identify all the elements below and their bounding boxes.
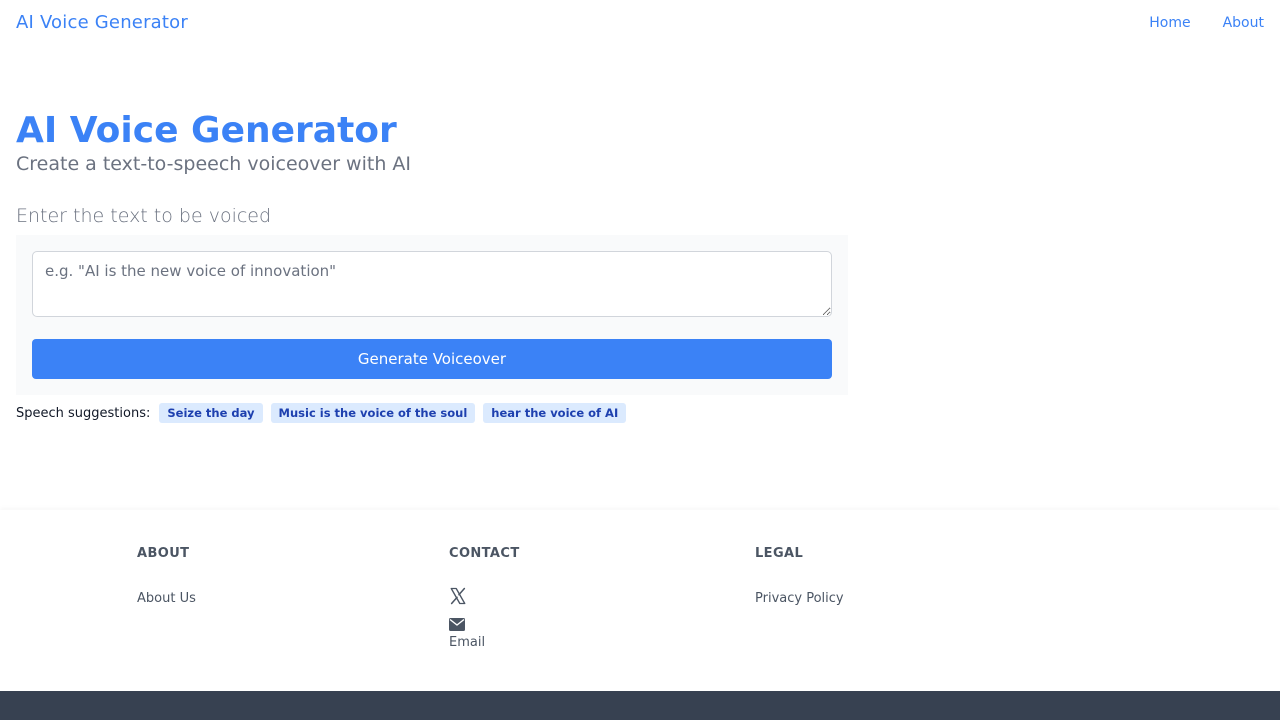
speech-suggestions: Speech suggestions: Seize the day Music …: [16, 402, 627, 424]
suggestions-label: Speech suggestions:: [16, 405, 151, 421]
page-title: AI Voice Generator: [16, 110, 397, 151]
footer-legal-column: LEGAL Privacy Policy: [755, 546, 844, 606]
footer-contact-heading: CONTACT: [449, 546, 520, 561]
text-input-label: Enter the text to be voiced: [16, 205, 272, 227]
generate-voiceover-button[interactable]: Generate Voiceover: [32, 339, 832, 379]
suggestion-chip[interactable]: Music is the voice of the soul: [270, 403, 476, 423]
mail-icon: [449, 618, 465, 631]
bottom-bar: [0, 691, 1280, 720]
about-us-link[interactable]: About Us: [137, 591, 196, 606]
footer-legal-heading: LEGAL: [755, 546, 804, 561]
suggestion-chip[interactable]: Seize the day: [159, 403, 263, 423]
privacy-policy-link[interactable]: Privacy Policy: [755, 591, 844, 606]
voiceover-form: Generate Voiceover: [16, 235, 848, 395]
voice-text-input[interactable]: [32, 251, 832, 317]
footer-about-column: ABOUT About Us: [137, 546, 196, 606]
page-subtitle: Create a text-to-speech voiceover with A…: [16, 153, 412, 175]
nav-links: Home About: [1149, 15, 1264, 31]
email-link[interactable]: Email: [449, 618, 520, 650]
nav-about-link[interactable]: About: [1223, 15, 1264, 31]
x-icon[interactable]: [449, 587, 467, 605]
footer-about-heading: ABOUT: [137, 546, 190, 561]
top-navigation: AI Voice Generator Home About: [0, 0, 1280, 46]
suggestion-chip[interactable]: hear the voice of AI: [483, 403, 627, 423]
nav-home-link[interactable]: Home: [1149, 15, 1190, 31]
site-footer: ABOUT About Us CONTACT Email LEGAL Priva…: [0, 510, 1280, 691]
footer-contact-column: CONTACT Email: [449, 546, 520, 650]
email-label: Email: [449, 635, 486, 650]
brand-link[interactable]: AI Voice Generator: [16, 12, 188, 33]
